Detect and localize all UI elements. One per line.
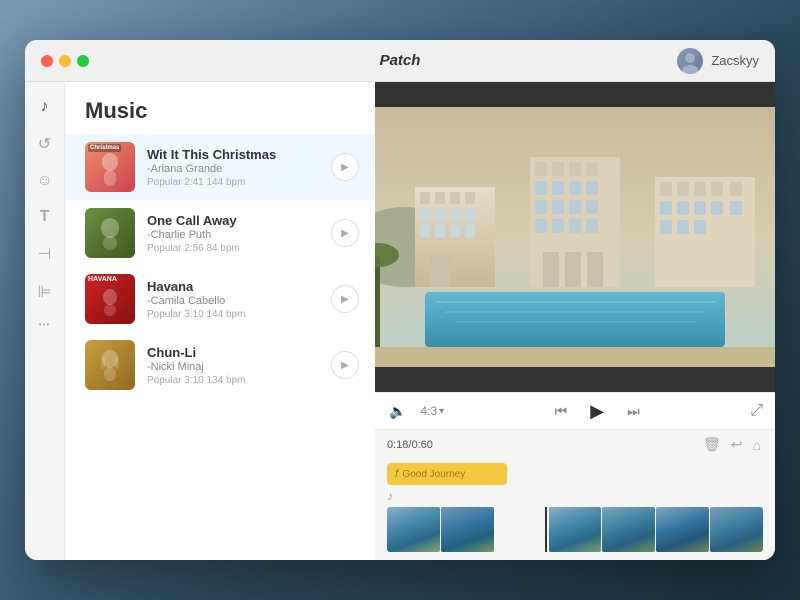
music-info-havana: Havana -Camila Cabello Popular 3:10 144 … (147, 279, 331, 320)
thumb-chun-li (85, 340, 135, 390)
music-panel: Music Christmas Wit It This Christmas -A… (65, 82, 375, 560)
music-meta-havana: Popular 3:10 144 bpm (147, 309, 331, 320)
username: Zacskyy (711, 53, 759, 68)
music-info-chun-li: Chun-Li -Nicki Minaj Popular 3:10 134 bp… (147, 345, 331, 386)
music-title-wit-it: Wit It This Christmas (147, 147, 331, 162)
thumb-one-call (85, 208, 135, 258)
rewind-button[interactable]: ⏮ (553, 403, 570, 420)
thumb-label-wit: Christmas (88, 144, 121, 152)
sidebar-icon-media[interactable]: ⊣ (38, 244, 52, 264)
play-pause-button[interactable]: ▶ (581, 395, 613, 427)
music-info-wit-it: Wit It This Christmas -Ariana Grande Pop… (147, 147, 331, 188)
sidebar-icon-music[interactable]: ♪ (41, 98, 49, 116)
music-panel-header: Music (65, 82, 375, 134)
time-display: 0:18/0:60 (387, 439, 433, 451)
fullscreen-button[interactable]: ⤢ (750, 402, 763, 420)
music-artist-chun-li: -Nicki Minaj (147, 361, 331, 373)
sidebar-icon-history[interactable]: ↺ (38, 134, 51, 154)
filmstrip-segment-5 (602, 507, 655, 552)
close-button[interactable] (41, 55, 53, 67)
avatar (677, 48, 703, 74)
minimize-button[interactable] (59, 55, 71, 67)
resort-image (375, 82, 775, 392)
music-title-one-call: One Call Away (147, 213, 331, 228)
video-controls: 🔈 4:3 ▾ ⏮ ▶ ⏭ ⤢ (375, 392, 775, 430)
volume-button[interactable]: 🔈 (387, 403, 408, 420)
timeline-top: 0:18/0:60 🗑 ↩ ⌂ (375, 430, 775, 459)
sidebar-icon-text[interactable]: T (40, 208, 50, 226)
maximize-button[interactable] (77, 55, 89, 67)
forward-button[interactable]: ⏭ (625, 403, 642, 420)
aspect-ratio-chevron: ▾ (439, 406, 444, 417)
user-profile[interactable]: Zacskyy (677, 48, 759, 74)
filmstrip-segment-1 (387, 507, 440, 552)
delete-clip-button[interactable]: 🗑 (701, 434, 723, 455)
undo-button[interactable]: ↩ (729, 434, 745, 455)
filmstrip-segment-2 (441, 507, 494, 552)
thumb-havana: HAVANA (85, 274, 135, 324)
music-info-one-call: One Call Away -Charlie Puth Popular 2:56… (147, 213, 331, 254)
music-artist-havana: -Camila Cabello (147, 295, 331, 307)
filmstrip-segment-3 (495, 507, 548, 552)
filmstrip-segment-6 (656, 507, 709, 552)
music-item-havana[interactable]: HAVANA Havana -Camila Cabello Popular 3:… (65, 266, 375, 332)
yellow-track[interactable]: 𝑓 Good Journey (387, 463, 507, 485)
play-button-wit-it[interactable]: ▶ (331, 153, 359, 181)
aspect-ratio-value: 4:3 (420, 404, 437, 418)
right-panel: 🔈 4:3 ▾ ⏮ ▶ ⏭ ⤢ 0:18/0:60 🗑 ↩ (375, 82, 775, 560)
playhead (545, 507, 547, 552)
music-item-chun-li[interactable]: Chun-Li -Nicki Minaj Popular 3:10 134 bp… (65, 332, 375, 398)
video-area (375, 82, 775, 392)
music-meta-wit-it: Popular 2:41 144 bpm (147, 177, 331, 188)
music-title-chun-li: Chun-Li (147, 345, 331, 360)
track-label: Good Journey (402, 469, 465, 480)
sidebar-icon-emoji[interactable]: ☺ (36, 172, 52, 190)
home-button[interactable]: ⌂ (751, 434, 763, 455)
music-item-one-call[interactable]: One Call Away -Charlie Puth Popular 2:56… (65, 200, 375, 266)
music-list: Christmas Wit It This Christmas -Ariana … (65, 134, 375, 560)
timeline-track-area: 𝑓 Good Journey ♪ (375, 459, 775, 560)
timeline-area: 0:18/0:60 🗑 ↩ ⌂ 𝑓 Good Journey ♪ (375, 430, 775, 560)
music-artist-wit-it: -Ariana Grande (147, 163, 331, 175)
play-button-havana[interactable]: ▶ (331, 285, 359, 313)
traffic-lights (41, 55, 89, 67)
sidebar-icon-more[interactable]: ••• (39, 320, 50, 329)
titlebar: Patch Zacskyy (25, 40, 775, 82)
play-button-one-call[interactable]: ▶ (331, 219, 359, 247)
filmstrip-segment-7 (710, 507, 763, 552)
music-track-row: ♪ (387, 489, 763, 503)
main-content: ♪ ↺ ☺ T ⊣ ⊫ ••• Music Christmas (25, 82, 775, 560)
music-artist-one-call: -Charlie Puth (147, 229, 331, 241)
filmstrip-segment-4 (549, 507, 602, 552)
aspect-ratio-selector[interactable]: 4:3 ▾ (420, 404, 444, 418)
play-button-chun-li[interactable]: ▶ (331, 351, 359, 379)
thumb-label-havana: HAVANA (88, 276, 117, 283)
app-title: Patch (380, 52, 421, 69)
music-track-icon: ♪ (387, 489, 393, 503)
sidebar-icons: ♪ ↺ ☺ T ⊣ ⊫ ••• (25, 82, 65, 560)
thumb-wit-it: Christmas (85, 142, 135, 192)
filmstrip-area[interactable] (387, 507, 763, 560)
sidebar-icon-adjust[interactable]: ⊫ (38, 282, 52, 302)
timeline-action-icons: 🗑 ↩ ⌂ (701, 434, 763, 455)
music-title-havana: Havana (147, 279, 331, 294)
music-meta-one-call: Popular 2:56 84 bpm (147, 243, 331, 254)
music-item-wit-it[interactable]: Christmas Wit It This Christmas -Ariana … (65, 134, 375, 200)
app-window: Patch Zacskyy ♪ ↺ ☺ T ⊣ ⊫ ••• Music (25, 40, 775, 560)
music-meta-chun-li: Popular 3:10 134 bpm (147, 375, 331, 386)
